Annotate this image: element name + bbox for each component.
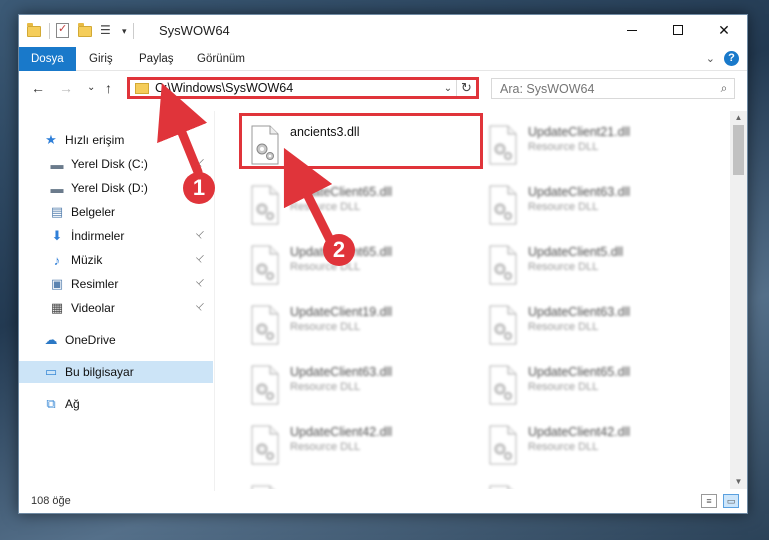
step-2-badge: 2 [323,234,355,266]
arrow-step-2 [283,147,335,245]
arrow-step-1 [157,82,208,177]
step-1-badge: 1 [183,172,215,204]
annotation-arrows [157,82,335,245]
